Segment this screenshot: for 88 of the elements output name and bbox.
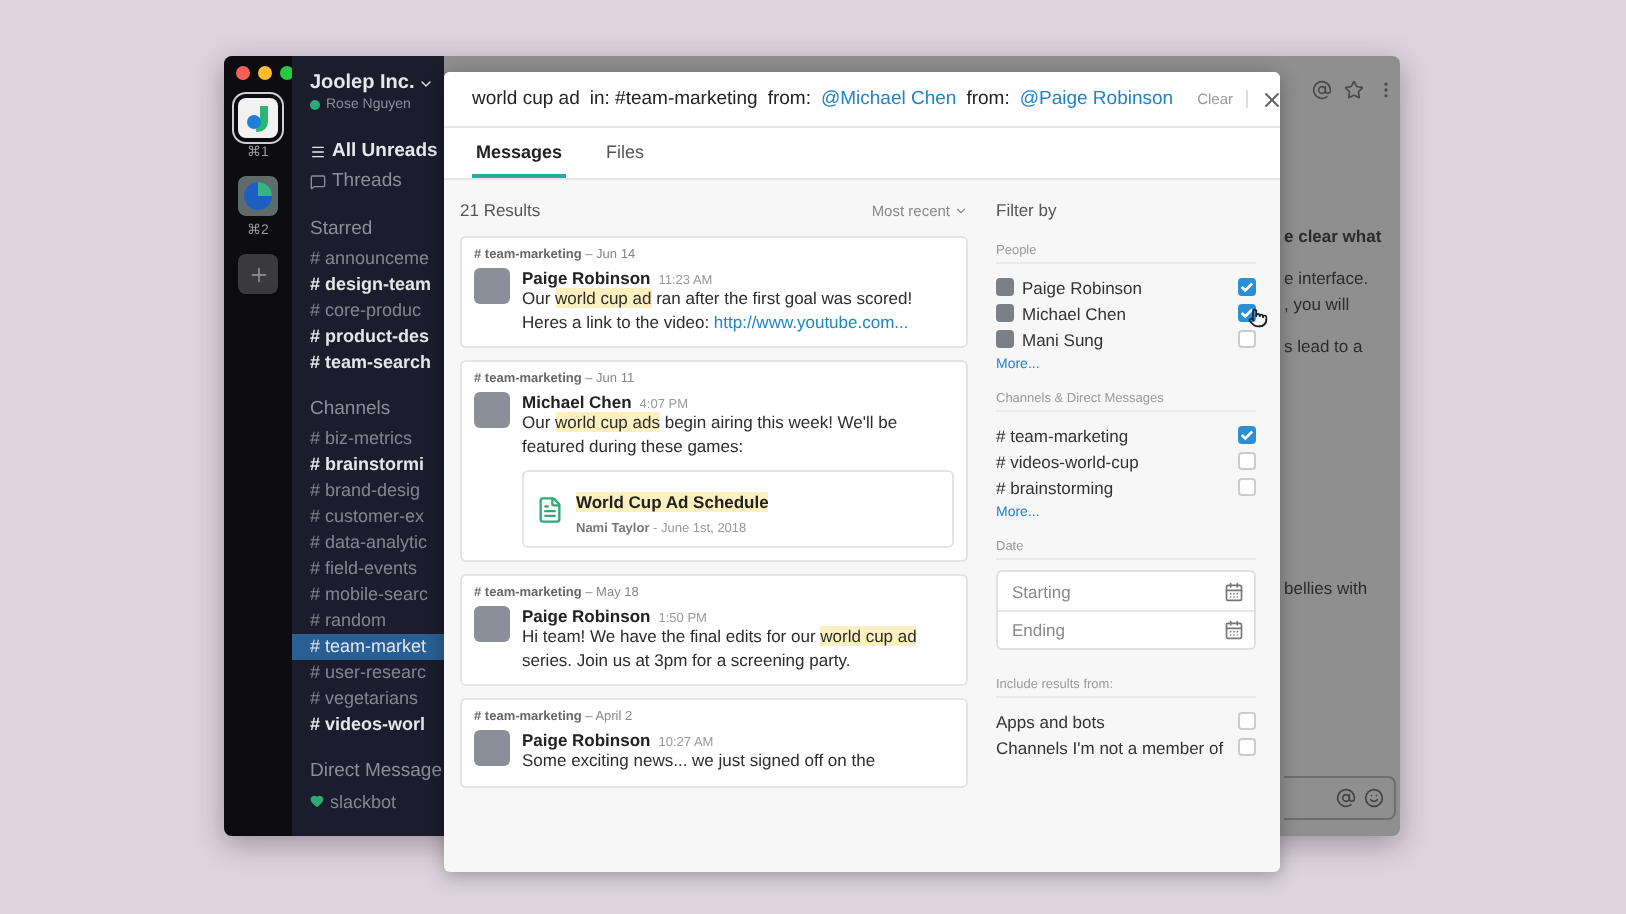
heart-icon (310, 794, 324, 808)
calendar-icon[interactable] (1224, 581, 1244, 601)
checkbox[interactable] (1238, 330, 1256, 348)
avatar-placeholder (474, 268, 510, 304)
add-workspace-button[interactable] (238, 254, 278, 294)
channel-item[interactable]: # user-researc (292, 660, 444, 686)
filter-option[interactable]: # team-marketing (996, 425, 1230, 445)
list-icon (310, 143, 326, 159)
close-button[interactable] (1259, 87, 1280, 111)
plus-icon (247, 263, 269, 285)
message-text: Our world cup ads begin airing this week! We'll be featured during these games: (522, 412, 900, 458)
file-title: World Cup Ad Schedule (576, 492, 769, 512)
channel-item[interactable]: # team-market (292, 634, 444, 660)
message-text: e clear what (1284, 224, 1382, 250)
workspace-logo-icon (244, 182, 272, 210)
channel-item[interactable]: # design-team (292, 272, 444, 298)
author-name: Michael Chen (522, 392, 632, 412)
filter-option[interactable]: Apps and bots (996, 711, 1230, 731)
star-icon[interactable] (1344, 80, 1364, 100)
sidebar-nav-item[interactable]: Threads (332, 170, 402, 192)
search-field[interactable]: world cup ad in: #team-marketing from: @Michael Chen from: @Paige Robinson (472, 88, 1174, 110)
document-icon (536, 495, 564, 523)
checkbox[interactable] (1238, 478, 1256, 496)
channel-item[interactable]: # brainstormi (292, 452, 444, 478)
channel-item[interactable]: # random (292, 608, 444, 634)
date-field[interactable]: Ending (1008, 618, 1224, 642)
tab[interactable]: Messages (472, 128, 567, 178)
message-text: Some exciting news... we just signed off on the (522, 750, 878, 773)
filter-option[interactable]: Paige Robinson (1022, 277, 1230, 297)
avatar-placeholder (474, 606, 510, 642)
mention-icon[interactable] (1336, 788, 1356, 808)
section-title[interactable]: Starred (310, 218, 444, 240)
filter-option[interactable]: Mani Sung (1022, 329, 1230, 349)
section-title[interactable]: Channels (310, 398, 444, 420)
caret-icon (954, 203, 968, 217)
channel-item[interactable]: # mobile-searc (292, 582, 444, 608)
workspace-tile[interactable] (238, 98, 278, 138)
channel-item[interactable]: # announceme (292, 246, 444, 272)
filter-title: Filter by (996, 198, 1059, 224)
filter-option[interactable]: # videos-world-cup (996, 451, 1230, 471)
mention-icon[interactable] (1312, 80, 1332, 100)
checkbox[interactable] (1238, 304, 1256, 322)
channel-item[interactable]: # customer-ex (292, 504, 444, 530)
workspace-logo-icon (246, 104, 270, 132)
threads-icon (310, 173, 326, 189)
channel-item[interactable]: # data-analytic (292, 530, 444, 556)
team-name[interactable]: Joolep Inc. (310, 72, 415, 94)
channel-item[interactable]: # vegetarians (292, 686, 444, 712)
checkbox[interactable] (1238, 452, 1256, 470)
minimize-light-icon[interactable] (258, 66, 272, 80)
author-name: Paige Robinson (522, 268, 651, 288)
author-name: Paige Robinson (522, 606, 651, 626)
section-title[interactable]: Direct Message (310, 760, 444, 782)
filter-option[interactable]: Michael Chen (1022, 303, 1230, 323)
channel-item[interactable]: # field-events (292, 556, 444, 582)
checkbox[interactable] (1238, 278, 1256, 296)
calendar-icon[interactable] (1224, 620, 1244, 640)
avatar-placeholder (474, 730, 510, 766)
filter-option[interactable]: Channels I'm not a member of (996, 737, 1230, 757)
channel-item[interactable]: # product-des (292, 324, 444, 350)
avatar-placeholder (474, 392, 510, 428)
channel-item[interactable]: # brand-desig (292, 478, 444, 504)
result-count: 21 Results (460, 200, 541, 220)
dm-item[interactable]: slackbot (330, 791, 397, 811)
message-text: s lead to a (1284, 334, 1363, 360)
message-text: , you will (1284, 292, 1350, 318)
channel-item[interactable]: # biz-metrics (292, 426, 444, 452)
emoji-icon[interactable] (1364, 788, 1384, 808)
checkbox[interactable] (1238, 426, 1256, 444)
channel-item[interactable]: # videos-worl (292, 712, 444, 738)
presence-dot-icon (310, 100, 320, 110)
checkbox[interactable] (1238, 738, 1256, 756)
message-text: Hi team! We have the final edits for our world cup ad series. Join us at 3pm for a screening party. (522, 626, 919, 672)
message-text: e interface. (1284, 266, 1369, 292)
author-name: Paige Robinson (522, 730, 651, 750)
sidebar-nav-item[interactable]: All Unreads (332, 140, 438, 162)
message-composer[interactable] (1284, 776, 1396, 820)
channel-item[interactable]: # team-search (292, 350, 444, 376)
message-text: bellies with (1284, 576, 1368, 602)
date-field[interactable]: Starting (1008, 579, 1224, 603)
checkbox[interactable] (1238, 712, 1256, 730)
hand-cursor-icon (1248, 308, 1268, 328)
tab[interactable]: Files (602, 128, 649, 178)
close-light-icon[interactable] (236, 66, 250, 80)
filter-option[interactable]: # brainstorming (996, 477, 1230, 497)
workspace-tile[interactable] (238, 176, 278, 216)
message-text: Our world cup ad ran after the first goal was scored! Heres a link to the video: http://www.youtube.com... (522, 288, 915, 334)
channel-item[interactable]: # core-produc (292, 298, 444, 324)
